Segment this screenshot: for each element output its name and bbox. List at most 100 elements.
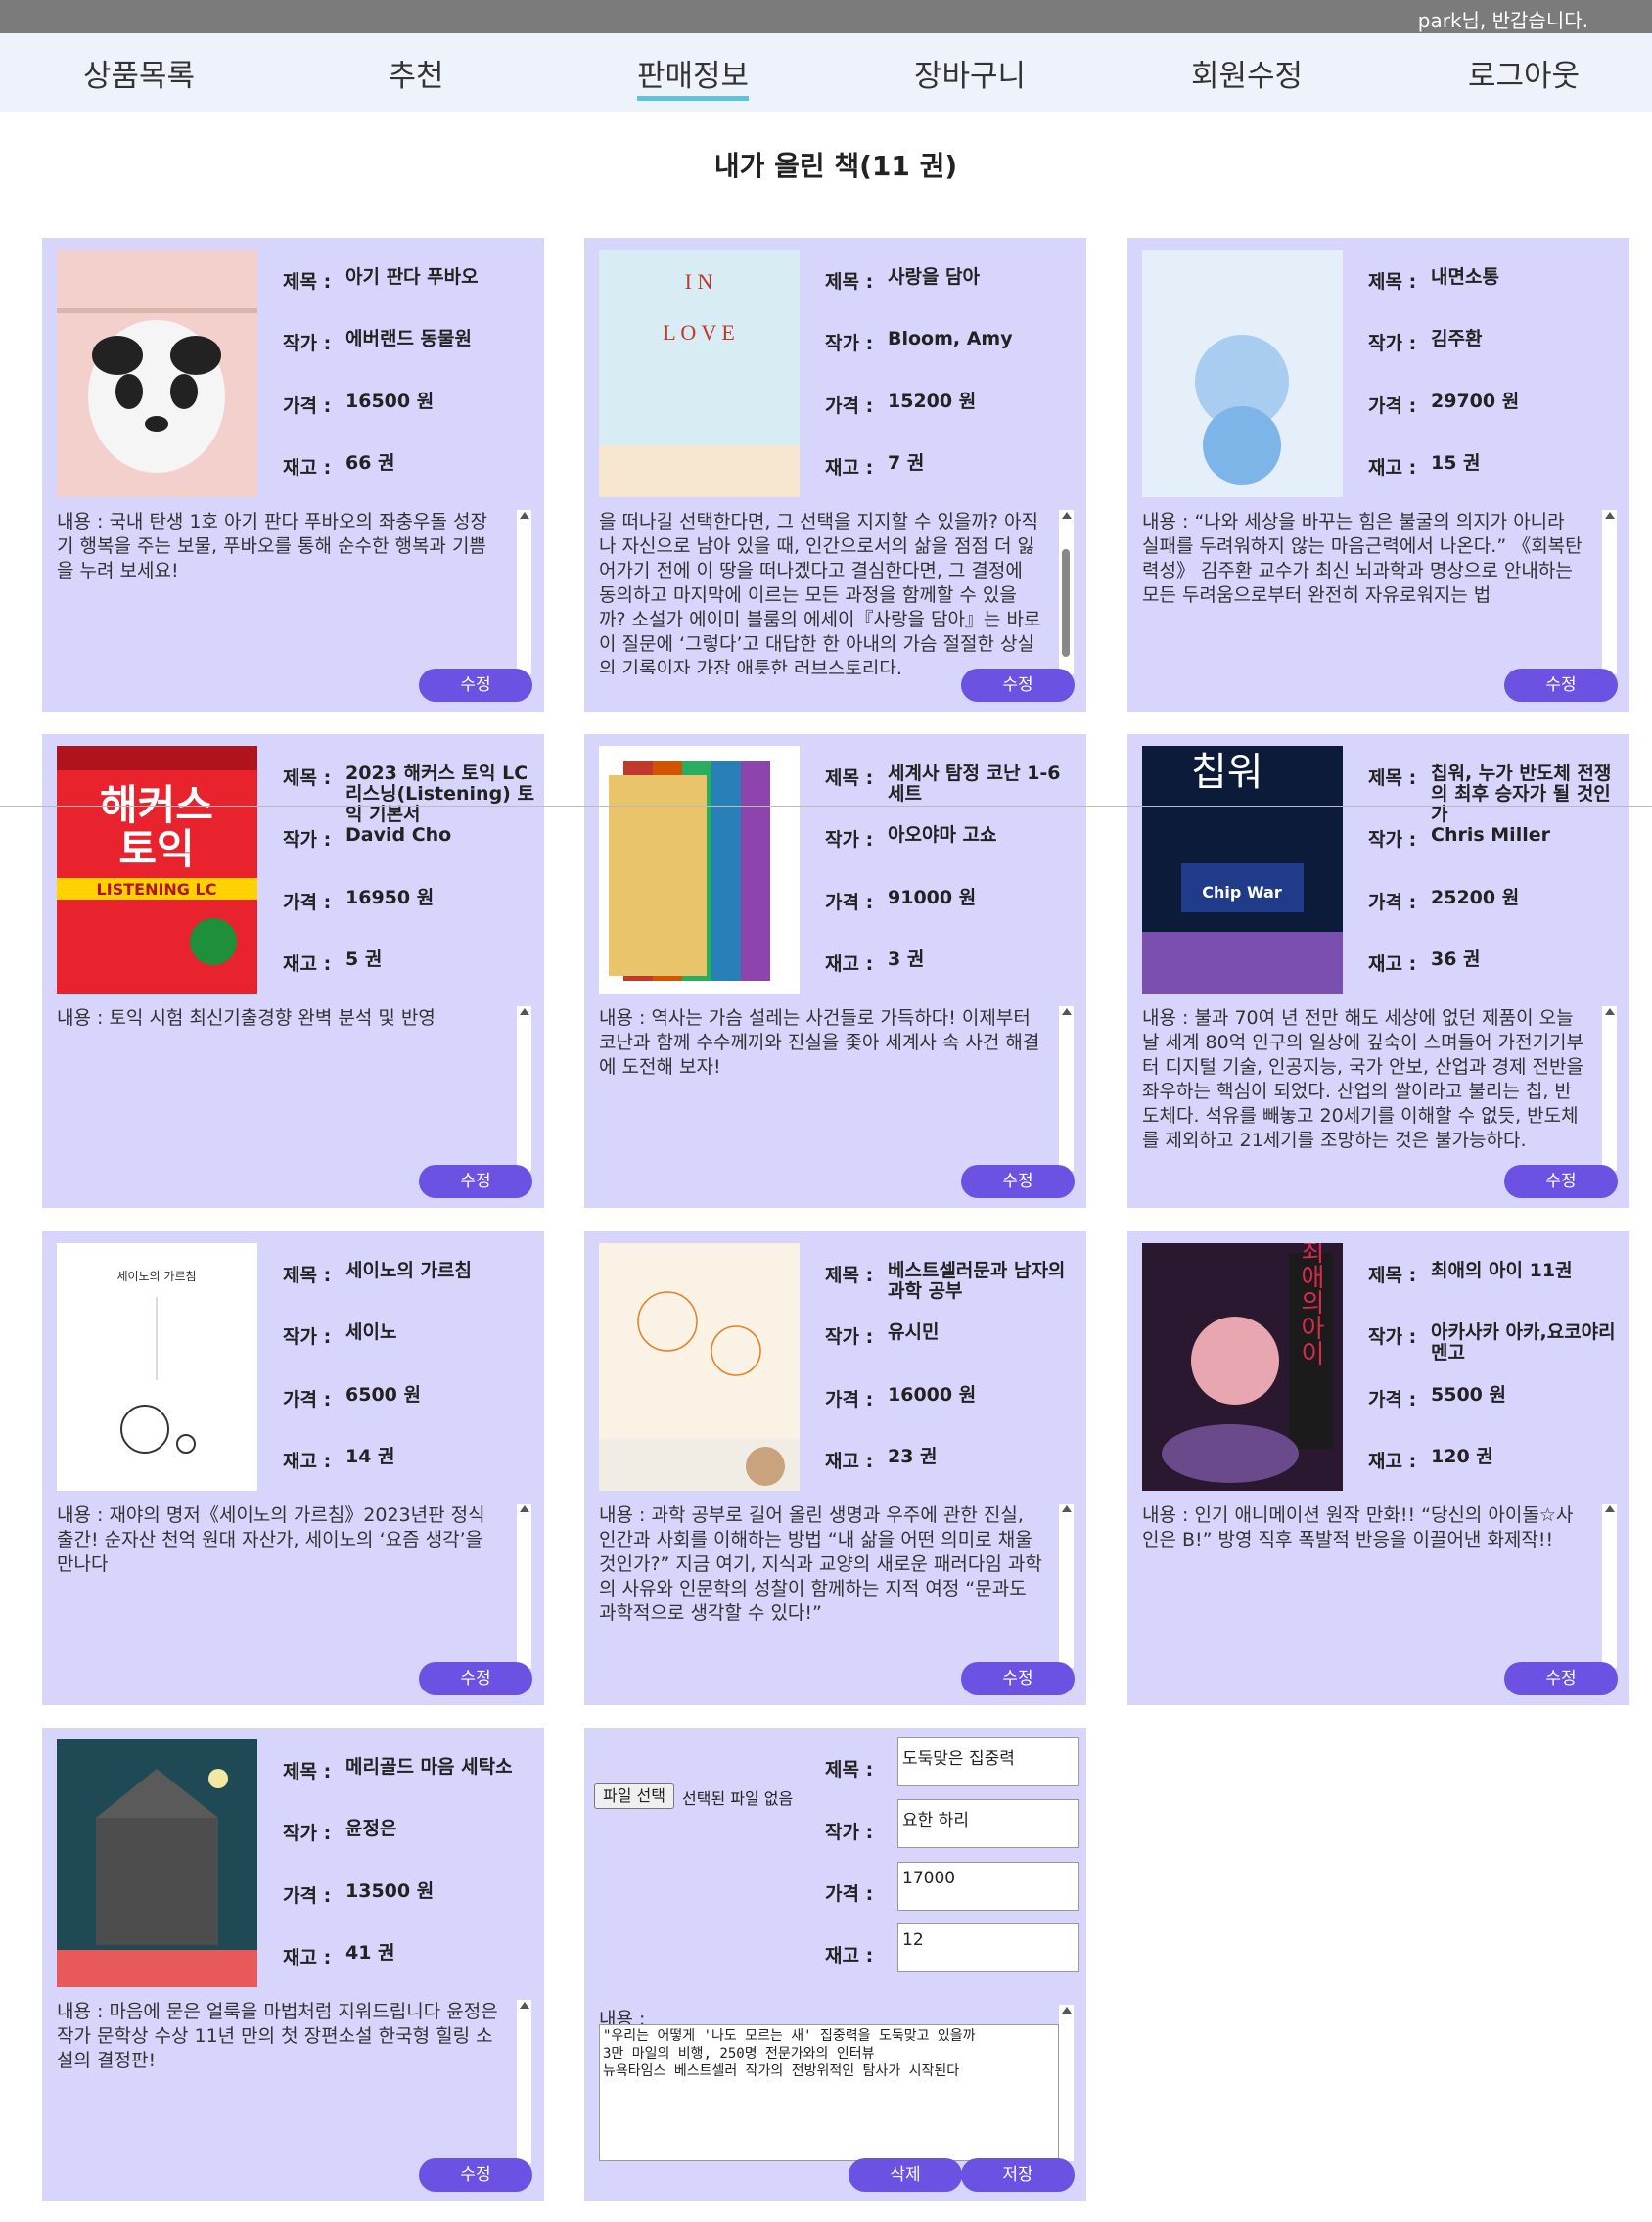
divider-line [0, 806, 1652, 807]
edit-button[interactable]: 수정 [1504, 1165, 1618, 1198]
edit-button[interactable]: 수정 [419, 669, 532, 702]
stock-label: 재고 : [1368, 1451, 1417, 1472]
scroll-up-icon[interactable] [1062, 2007, 1072, 2014]
book-author: Chris Miller [1431, 824, 1550, 846]
title-input[interactable]: 도둑맞은 집중력 [897, 1737, 1079, 1786]
desc-textarea[interactable]: "우리는 어떻게 '나도 모르는 새' 집중력을 도둑맞고 있을까 3만 마일의… [599, 2024, 1059, 2161]
scroll-up-icon[interactable] [1062, 512, 1072, 519]
nav-item-edit-member[interactable]: 회원수정 [1149, 51, 1345, 95]
scroll-thumb[interactable] [1062, 549, 1070, 657]
book-description[interactable]: 내용 : 과학 공부로 길어 올린 생명과 우주에 관한 진실, 인간과 사회를… [599, 1504, 1074, 1668]
description-scrollbar[interactable] [1059, 510, 1074, 674]
edit-button[interactable]: 수정 [419, 2158, 532, 2192]
scroll-up-icon[interactable] [520, 2002, 529, 2009]
stock-label: 재고 : [283, 1947, 332, 1968]
edit-button[interactable]: 수정 [961, 1662, 1075, 1695]
nav-item-products[interactable]: 상품목록 [41, 51, 237, 95]
title-label: 제목 : [1368, 271, 1417, 293]
nav-item-sales-info[interactable]: 판매정보 [595, 51, 791, 101]
description-scrollbar[interactable] [1059, 1504, 1074, 1668]
title-label: 제목 : [825, 1759, 874, 1781]
description-scrollbar[interactable] [1602, 1504, 1617, 1668]
book-description[interactable]: 내용 : 국내 탄생 1호 아기 판다 푸바오의 좌충우돌 성장기 행복을 주는… [57, 510, 531, 674]
edit-button[interactable]: 수정 [1504, 1662, 1618, 1695]
edit-button[interactable]: 수정 [419, 1662, 532, 1695]
book-stock: 41 권 [345, 1942, 395, 1964]
price-label: 가격 : [825, 395, 874, 417]
book-description[interactable]: 내용 : 재야의 명저《세이노의 가르침》2023년판 정식 출간! 순자산 천… [57, 1504, 531, 1668]
price-input[interactable]: 17000 [897, 1862, 1079, 1911]
price-label: 가격 : [1368, 1389, 1417, 1411]
file-status-text: 선택된 파일 없음 [682, 1789, 794, 1808]
stock-input[interactable]: 12 [897, 1923, 1079, 1972]
file-select-button[interactable]: 파일 선택 [594, 1783, 674, 1809]
scroll-up-icon[interactable] [1605, 1008, 1615, 1015]
book-description[interactable]: 내용 : 불과 70여 년 전만 해도 세상에 없던 제품이 오늘날 세계 80… [1142, 1006, 1617, 1171]
title-label: 제목 : [825, 767, 874, 789]
book-stock: 7 권 [888, 452, 925, 474]
title-label: 제목 : [283, 271, 332, 293]
title-label: 제목 : [825, 271, 874, 293]
book-title: 세계사 탐정 코난 1-6 세트 [888, 763, 1061, 805]
edit-button[interactable]: 수정 [961, 1165, 1075, 1198]
nav-item-logout[interactable]: 로그아웃 [1426, 51, 1622, 95]
svg-text:L O V E: L O V E [663, 320, 735, 345]
description-text: 내용 : 토익 시험 최신기출경향 완벽 분석 및 반영 [57, 1007, 436, 1029]
author-label: 작가 : [283, 333, 332, 354]
book-stock: 15 권 [1431, 452, 1481, 474]
description-text: 내용 : “나와 세상을 바꾸는 힘은 불굴의 의지가 아니라 실패를 두려워하… [1142, 511, 1583, 606]
book-cover-image: 최애의아이 [1142, 1243, 1343, 1491]
nav-item-cart[interactable]: 장바구니 [872, 51, 1068, 95]
title-label: 제목 : [283, 1265, 332, 1286]
book-description[interactable]: 을 떠나길 선택한다면, 그 선택을 지지할 수 있을까? 아직 나 자신으로 … [599, 510, 1074, 674]
author-label: 작가 : [1368, 1326, 1417, 1348]
book-title: 칩워, 누가 반도체 전쟁의 최후 승자가 될 것인가 [1431, 763, 1612, 825]
scroll-up-icon[interactable] [1605, 512, 1615, 519]
book-price: 15200 원 [888, 391, 977, 412]
description-scrollbar[interactable] [517, 2000, 531, 2164]
description-scrollbar[interactable] [1602, 1006, 1617, 1171]
description-scrollbar[interactable] [517, 1006, 531, 1171]
scroll-up-icon[interactable] [1062, 1505, 1072, 1512]
book-card: 제목 : 메리골드 마음 세탁소 작가 : 윤정은 가격 : 13500 원 재고 : 41 … [42, 1728, 544, 2201]
title-label: 제목 : [283, 767, 332, 789]
nav-item-recommend[interactable]: 추천 [318, 51, 514, 95]
edit-button[interactable]: 수정 [961, 669, 1075, 702]
book-description[interactable]: 내용 : 마음에 묻은 얼룩을 마법처럼 지워드립니다 윤정은 작가 문학상 수… [57, 2000, 531, 2164]
book-description[interactable]: 내용 : 토익 시험 최신기출경향 완벽 분석 및 반영 [57, 1006, 531, 1171]
scroll-up-icon[interactable] [1062, 1008, 1072, 1015]
scroll-up-icon[interactable] [520, 1505, 529, 1512]
book-card: I N L O V E 제목 : 사랑을 담아 작가 : Bloom, Amy 가격 : 15… [584, 238, 1086, 712]
title-label: 제목 : [825, 1265, 874, 1286]
stock-label: 재고 : [283, 1451, 332, 1472]
author-label: 작가 : [825, 829, 874, 851]
book-description[interactable]: 내용 : “나와 세상을 바꾸는 힘은 불굴의 의지가 아니라 실패를 두려워하… [1142, 510, 1617, 674]
book-cover-image [57, 250, 257, 497]
price-label: 가격 : [283, 395, 332, 417]
book-title: 아기 판다 푸바오 [345, 266, 479, 288]
author-label: 작가 : [825, 1822, 874, 1843]
book-description[interactable]: 내용 : 역사는 가슴 설레는 사건들로 가득하다! 이제부터 코난과 함께 수… [599, 1006, 1074, 1171]
description-scrollbar[interactable] [1059, 1006, 1074, 1171]
book-cover: 세이노의 가르침 [57, 1243, 257, 1491]
scroll-up-icon[interactable] [520, 1008, 529, 1015]
description-scrollbar[interactable] [517, 1504, 531, 1668]
book-price: 6500 원 [345, 1384, 421, 1406]
new-book-form: 파일 선택 선택된 파일 없음 제목 : 도둑맞은 집중력 작가 : 요한 하리… [584, 1728, 1086, 2201]
delete-button[interactable]: 삭제 [849, 2158, 962, 2192]
book-description[interactable]: 내용 : 인기 애니메이션 원작 만화!! “당신의 아이돌☆사인은 B!” 방… [1142, 1504, 1617, 1668]
description-text: 내용 : 과학 공부로 길어 올린 생명과 우주에 관한 진실, 인간과 사회를… [599, 1504, 1042, 1624]
description-text: 내용 : 재야의 명저《세이노의 가르침》2023년판 정식 출간! 순자산 천… [57, 1504, 485, 1575]
svg-text:LISTENING LC: LISTENING LC [97, 880, 217, 899]
save-button[interactable]: 저장 [961, 2158, 1075, 2192]
description-scrollbar[interactable] [1602, 510, 1617, 674]
scroll-up-icon[interactable] [520, 512, 529, 519]
book-stock: 120 권 [1431, 1446, 1493, 1467]
edit-button[interactable]: 수정 [1504, 669, 1618, 702]
scroll-up-icon[interactable] [1605, 1505, 1615, 1512]
desc-scrollbar[interactable] [1059, 2005, 1074, 2161]
edit-button[interactable]: 수정 [419, 1165, 532, 1198]
book-card: 제목 : 베스트셀러문과 남자의 과학 공부 작가 : 유시민 가격 : 16000 원재… [584, 1231, 1086, 1705]
description-scrollbar[interactable] [517, 510, 531, 674]
author-input[interactable]: 요한 하리 [897, 1799, 1079, 1848]
